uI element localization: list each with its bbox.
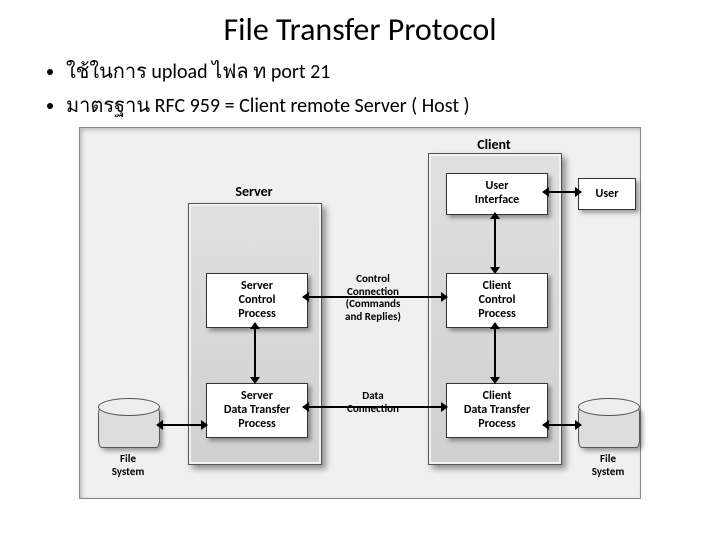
data-connection-label: DataConnection: [320, 390, 426, 415]
client-control-process-box: ClientControlProcess: [446, 273, 548, 328]
bullet-list: ใช้ในการ upload ไฟล ท port 21 มาตรฐาน RF…: [26, 55, 720, 121]
client-label: Client: [428, 136, 560, 153]
arrow-ui-user: [548, 191, 576, 193]
bullet-item: ใช้ในการ upload ไฟล ท port 21: [66, 55, 720, 87]
server-label: Server: [188, 183, 320, 200]
user-interface-box: UserInterface: [446, 173, 548, 215]
user-box: User: [578, 178, 636, 210]
server-file-system-label: FileSystem: [98, 452, 158, 478]
server-data-transfer-process-box: ServerData TransferProcess: [206, 383, 308, 438]
server-control-process-box: ServerControlProcess: [206, 273, 308, 328]
bullet-item: มาตรฐาน RFC 959 = Client remote Server (…: [66, 89, 720, 121]
server-file-system-icon: FileSystem: [98, 398, 158, 448]
arrow-control-connection: [308, 296, 442, 298]
client-file-system-icon: FileSystem: [578, 398, 638, 448]
arrow-ui-ccp: [494, 218, 496, 268]
ftp-diagram: Server Client UserInterface ClientContro…: [79, 127, 641, 499]
arrow-server-fs: [162, 424, 202, 426]
client-data-transfer-process-box: ClientData TransferProcess: [446, 383, 548, 438]
page-title: File Transfer Protocol: [0, 10, 720, 49]
control-connection-label: ControlConnection(Commandsand Replies): [320, 273, 426, 324]
arrow-ccp-cdtp: [494, 328, 496, 378]
client-file-system-label: FileSystem: [578, 452, 638, 478]
arrow-scp-sdtp: [254, 328, 256, 378]
arrow-client-fs: [548, 424, 576, 426]
arrow-data-connection: [308, 406, 442, 408]
